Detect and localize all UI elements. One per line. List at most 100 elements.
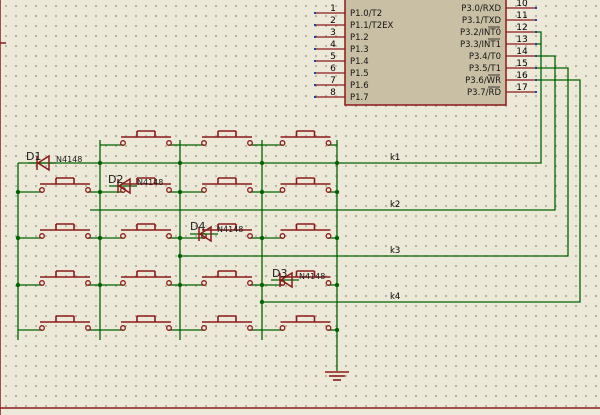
pushbutton[interactable] [180, 270, 262, 286]
pushbutton[interactable] [262, 130, 337, 146]
junction-dot [259, 299, 265, 305]
junction-dot [97, 282, 103, 288]
junction-dot [334, 160, 340, 166]
chip-pin-number: 6 [330, 64, 336, 74]
pushbutton[interactable] [180, 130, 262, 146]
chip-pin-label: P3.6/WR [465, 76, 501, 86]
pushbutton[interactable] [100, 130, 180, 146]
junction-dot [177, 282, 183, 288]
chip-pin-label: P1.3 [350, 45, 369, 55]
chip-pin-end [314, 36, 316, 38]
chip-pin-label: P1.1/T2EX [350, 21, 393, 31]
junction-dot [177, 160, 183, 166]
chip-pin-number: 8 [330, 88, 336, 98]
junction-dot [15, 282, 21, 288]
chip-pin-number: 2 [330, 16, 336, 26]
chip-pin-label: P1.0/T2 [350, 9, 382, 19]
net-label: k4 [390, 292, 400, 302]
pushbutton[interactable] [100, 315, 180, 331]
chip-pin-number: 14 [516, 47, 528, 57]
junction-dot [334, 235, 340, 241]
chip-pin-end [535, 19, 537, 21]
chip-pin-label: P1.6 [350, 81, 369, 91]
chip-pin-end [314, 72, 316, 74]
pushbutton[interactable] [18, 270, 100, 286]
diode[interactable]: D2 N4148 [108, 173, 163, 195]
chip-pin-end [314, 12, 316, 14]
pushbutton[interactable] [262, 315, 337, 331]
chip-pin-end [314, 24, 316, 26]
net-label: k2 [390, 200, 400, 210]
diode[interactable]: D3 N4148 [271, 267, 325, 289]
chip-pin-label: P3.0/RXD [461, 4, 501, 14]
chip-pin-label: P3.7/RD [467, 88, 501, 98]
pushbutton[interactable] [262, 223, 337, 239]
pushbutton[interactable] [262, 177, 337, 193]
chip-pin-number: 17 [516, 83, 527, 93]
chip-pin-number: 15 [516, 59, 527, 69]
ground-symbol[interactable] [325, 348, 349, 381]
net-labels: k1 k2 k3 k4 [390, 153, 400, 302]
chip-pin-end [314, 96, 316, 98]
junction-dot [97, 235, 103, 241]
chip-pin-number: 16 [516, 71, 528, 81]
junction-dots [15, 160, 340, 333]
diode-reference: D3 [272, 267, 287, 280]
junction-dot [259, 160, 265, 166]
diode-reference: D4 [190, 220, 205, 233]
net-k4-wire [262, 79, 581, 303]
diode-reference: D2 [108, 173, 123, 186]
net-int0-wire [536, 31, 542, 44]
junction-dot [334, 282, 340, 288]
pushbutton[interactable] [18, 177, 100, 193]
junction-dot [259, 189, 265, 195]
junction-dot [334, 327, 340, 333]
junction-dot [177, 253, 183, 259]
pushbutton[interactable] [18, 223, 100, 239]
chip-pin-number: 12 [516, 23, 527, 33]
chip-pin-number: 4 [330, 40, 336, 50]
net-label: k1 [390, 153, 400, 163]
junction-dot [177, 235, 183, 241]
junction-dot [15, 235, 21, 241]
diode[interactable]: D1 N4148 [26, 150, 82, 172]
pushbutton[interactable] [180, 315, 262, 331]
diode-reference: D1 [26, 150, 41, 163]
chip-pin-number: 5 [330, 52, 336, 62]
diode-value: N4148 [217, 225, 243, 234]
junction-dot [97, 189, 103, 195]
chip-pin-number: 3 [330, 28, 336, 38]
chip-pin-label: P3.4/T0 [469, 52, 501, 62]
chip-pin-end [314, 60, 316, 62]
junction-dot [334, 189, 340, 195]
pushbutton[interactable] [100, 223, 180, 239]
net-label: k3 [390, 246, 400, 256]
chip-pin-label: P3.2/INT0 [460, 28, 501, 38]
chip-pin-label: P1.7 [350, 93, 369, 103]
chip-pin-label: P1.2 [350, 33, 369, 43]
junction-dot [259, 235, 265, 241]
diode-value: N4148 [56, 155, 82, 164]
pushbutton[interactable] [100, 270, 180, 286]
junction-dot [97, 160, 103, 166]
diode-value: N4148 [137, 178, 163, 187]
diodes: D1 N4148 D2 N4148 D4 N4148 D3 N4148 [26, 150, 325, 289]
chip-pin-number: 1 [330, 4, 336, 14]
chip-pin-number: 10 [516, 0, 528, 9]
junction-dot [177, 189, 183, 195]
pushbutton[interactable] [18, 315, 100, 331]
schematic-canvas: 1 P1.0/T2 2 P1.1/T2EX 3 P1.2 4 P1.3 5 P1.4 6 P1.5 7 P… [0, 0, 600, 415]
chip-pin-end [535, 91, 537, 93]
junction-dot [259, 282, 265, 288]
pushbutton[interactable] [180, 177, 262, 193]
chip-pin-label: P3.1/TXD [462, 16, 502, 26]
chip-pin-number: 11 [516, 11, 527, 21]
diode-value: N4148 [299, 272, 325, 281]
junction-dot [15, 189, 21, 195]
chip-pin-label: P1.4 [350, 57, 369, 67]
microcontroller-chip[interactable]: 1 P1.0/T2 2 P1.1/T2EX 3 P1.2 4 P1.3 5 P1.4 6 P1.5 7 P… [314, 0, 537, 106]
chip-pin-label: P1.5 [350, 69, 369, 79]
chip-pin-end [314, 48, 316, 50]
chip-pin-end [314, 84, 316, 86]
chip-pin-label: P3.3/INT1 [460, 40, 501, 50]
